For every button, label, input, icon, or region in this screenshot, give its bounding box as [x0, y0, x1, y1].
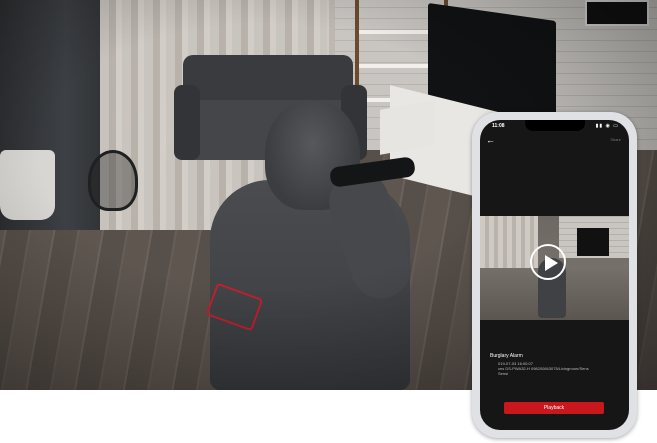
play-icon[interactable]	[530, 244, 566, 280]
alarm-status: Sensi	[498, 371, 509, 376]
alarm-details: 019-07-03 16:00:07 ces DS-PWA32-H 098200…	[498, 361, 623, 376]
playback-button[interactable]: Playback	[504, 402, 604, 414]
alarm-video-thumbnail[interactable]	[480, 216, 629, 320]
back-arrow-icon[interactable]: ←	[486, 134, 500, 146]
share-button[interactable]: Share	[610, 137, 621, 142]
status-time: 11:08	[492, 123, 505, 129]
video-tv	[577, 228, 609, 256]
phone-mockup: 11:08 ▮▮ ◉ ▭ ← Share Burglary Alarm 019-…	[472, 112, 637, 438]
status-icons: ▮▮ ◉ ▭	[595, 123, 619, 129]
alarm-title: Burglary Alarm	[490, 353, 523, 359]
phone-notch	[525, 120, 585, 131]
phone-screen: 11:08 ▮▮ ◉ ▭ ← Share Burglary Alarm 019-…	[480, 120, 629, 430]
